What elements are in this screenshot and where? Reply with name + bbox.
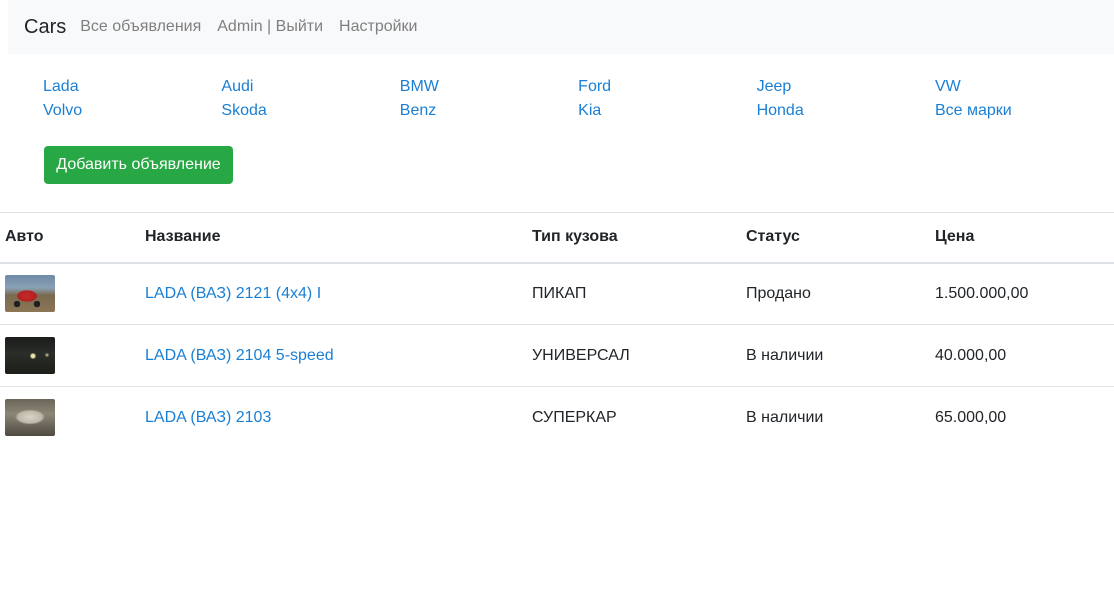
- car-name-link[interactable]: LADA (ВАЗ) 2103: [145, 409, 271, 426]
- car-photo-thumbnail[interactable]: [5, 337, 55, 374]
- column-header-status: Статус: [746, 228, 800, 246]
- brand-link-honda[interactable]: Honda: [757, 100, 935, 124]
- car-status: В наличии: [746, 346, 824, 364]
- car-body-type: ПИКАП: [532, 284, 587, 302]
- column-header-price: Цена: [935, 228, 975, 246]
- cars-table: Авто Название Тип кузова Статус Цена LAD…: [0, 212, 1114, 449]
- table-header-row: Авто Название Тип кузова Статус Цена: [0, 212, 1114, 263]
- brand-link-skoda[interactable]: Skoda: [221, 100, 399, 124]
- car-thumbnail-cell: [0, 325, 140, 387]
- brand-link-bmw[interactable]: BMW: [400, 76, 578, 100]
- car-status: В наличии: [746, 408, 824, 426]
- brand-filter-grid: Lada Audi BMW Ford Jeep VW Volvo Skoda B…: [43, 76, 1103, 124]
- brand-link-lada[interactable]: Lada: [43, 76, 221, 100]
- car-price: 65.000,00: [935, 408, 1007, 426]
- table-row: LADA (ВАЗ) 2121 (4x4) I ПИКАП Продано 1.…: [0, 263, 1114, 325]
- car-thumbnail-cell: [0, 263, 140, 325]
- car-body-type: УНИВЕРСАЛ: [532, 346, 630, 364]
- brand-link-benz[interactable]: Benz: [400, 100, 578, 124]
- brand-link-audi[interactable]: Audi: [221, 76, 399, 100]
- car-body-type: СУПЕРКАР: [532, 408, 617, 426]
- brand-link-volvo[interactable]: Volvo: [43, 100, 221, 124]
- column-header-car: Авто: [5, 228, 44, 246]
- brand-link-jeep[interactable]: Jeep: [757, 76, 935, 100]
- column-header-name: Название: [145, 228, 221, 246]
- car-price: 1.500.000,00: [935, 284, 1029, 302]
- column-header-body-type: Тип кузова: [532, 228, 618, 246]
- car-photo-thumbnail[interactable]: [5, 399, 55, 437]
- car-price: 40.000,00: [935, 346, 1007, 364]
- brand-link-all[interactable]: Все марки: [935, 100, 1113, 124]
- top-navbar: Cars Все объявления Admin | Выйти Настро…: [8, 0, 1114, 54]
- car-name-cell: LADA (ВАЗ) 2104 5-speed: [140, 325, 527, 387]
- nav-admin-logout[interactable]: Admin | Выйти: [217, 18, 323, 36]
- nav-settings[interactable]: Настройки: [339, 18, 417, 36]
- car-name-link[interactable]: LADA (ВАЗ) 2104 5-speed: [145, 347, 334, 364]
- car-status: Продано: [746, 284, 811, 302]
- brand-link-ford[interactable]: Ford: [578, 76, 756, 100]
- brand-link-kia[interactable]: Kia: [578, 100, 756, 124]
- table-row: LADA (ВАЗ) 2103 СУПЕРКАР В наличии 65.00…: [0, 387, 1114, 449]
- car-thumbnail-cell: [0, 387, 140, 449]
- car-name-cell: LADA (ВАЗ) 2121 (4x4) I: [140, 263, 527, 325]
- car-name-cell: LADA (ВАЗ) 2103: [140, 387, 527, 449]
- add-listing-button[interactable]: Добавить объявление: [44, 146, 233, 184]
- brand-link[interactable]: Cars: [24, 16, 66, 39]
- table-row: LADA (ВАЗ) 2104 5-speed УНИВЕРСАЛ В нали…: [0, 325, 1114, 387]
- car-photo-thumbnail[interactable]: [5, 275, 55, 313]
- car-name-link[interactable]: LADA (ВАЗ) 2121 (4x4) I: [145, 285, 321, 302]
- nav-all-listings[interactable]: Все объявления: [80, 18, 201, 36]
- brand-link-vw[interactable]: VW: [935, 76, 1113, 100]
